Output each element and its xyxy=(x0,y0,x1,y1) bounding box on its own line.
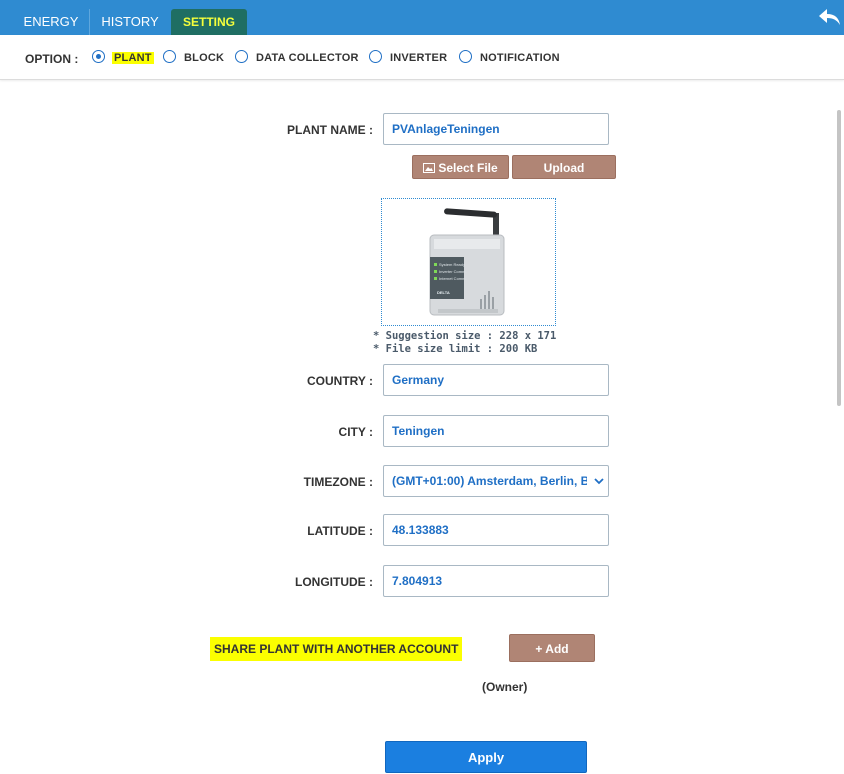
option-notification-label[interactable]: NOTIFICATION xyxy=(480,52,560,64)
option-plant-label[interactable]: PLANT xyxy=(112,52,154,64)
plant-name-input[interactable]: PVAnlageTeningen xyxy=(383,113,609,145)
city-input[interactable]: Teningen xyxy=(383,415,609,447)
option-label: OPTION : xyxy=(25,52,79,66)
plant-image-preview: System Ready Inverter Comm. Internet Com… xyxy=(381,198,556,326)
timezone-label: TIMEZONE : xyxy=(303,475,373,489)
tab-history[interactable]: HISTORY xyxy=(89,9,170,35)
city-label: CITY : xyxy=(338,425,373,439)
apply-button[interactable]: Apply xyxy=(385,741,587,773)
owner-label: (Owner) xyxy=(482,680,528,694)
longitude-input[interactable]: 7.804913 xyxy=(383,565,609,597)
device-line-2: Inverter Comm. xyxy=(439,269,467,274)
option-data-collector-label[interactable]: DATA COLLECTOR xyxy=(256,52,359,64)
plant-name-label: PLANT NAME : xyxy=(287,123,373,137)
option-bar: OPTION : PLANT BLOCK DATA COLLECTOR INVE… xyxy=(0,35,844,80)
country-label: COUNTRY : xyxy=(307,374,373,388)
share-plant-label: SHARE PLANT WITH ANOTHER ACCOUNT xyxy=(210,637,463,661)
select-file-label: Select File xyxy=(438,161,498,175)
image-icon xyxy=(423,163,436,173)
country-input[interactable]: Germany xyxy=(383,364,609,396)
device-brand: DELTA xyxy=(437,290,450,295)
timezone-value: (GMT+01:00) Amsterdam, Berlin, B xyxy=(392,474,587,488)
tab-energy[interactable]: ENERGY xyxy=(14,9,88,35)
option-block-label[interactable]: BLOCK xyxy=(184,52,224,64)
radio-inverter[interactable] xyxy=(369,50,382,63)
radio-data-collector[interactable] xyxy=(235,50,248,63)
top-tab-bar: ENERGY HISTORY SETTING xyxy=(0,0,844,35)
upload-button[interactable]: Upload xyxy=(512,155,616,179)
device-line-1: System Ready xyxy=(439,262,465,267)
data-collector-device-image: System Ready Inverter Comm. Internet Com… xyxy=(429,208,505,316)
device-line-3: Internet Comm. xyxy=(439,276,467,281)
back-arrow-icon[interactable] xyxy=(816,6,842,28)
hint-file-size: * File size limit : 200 KB xyxy=(373,343,538,355)
latitude-input[interactable]: 48.133883 xyxy=(383,514,609,546)
hint-suggestion-size: * Suggestion size : 228 x 171 xyxy=(373,330,557,342)
radio-plant[interactable] xyxy=(92,50,105,63)
latitude-label: LATITUDE : xyxy=(307,524,373,538)
longitude-label: LONGITUDE : xyxy=(295,575,373,589)
scrollbar-thumb[interactable] xyxy=(837,110,841,406)
radio-notification[interactable] xyxy=(459,50,472,63)
tab-setting[interactable]: SETTING xyxy=(171,9,247,35)
add-account-button[interactable]: + Add xyxy=(509,634,595,662)
select-file-button[interactable]: Select File xyxy=(412,155,509,179)
option-inverter-label[interactable]: INVERTER xyxy=(390,52,447,64)
radio-block[interactable] xyxy=(163,50,176,63)
chevron-down-icon xyxy=(594,478,604,485)
timezone-select[interactable]: (GMT+01:00) Amsterdam, Berlin, B xyxy=(383,465,609,497)
